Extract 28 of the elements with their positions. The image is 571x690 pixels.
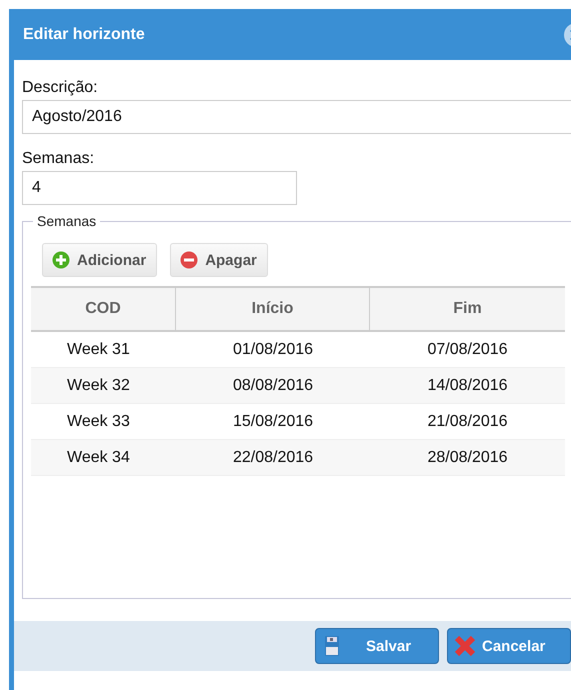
cancel-button[interactable]: Cancelar: [447, 628, 571, 664]
input-field[interactable]: Agosto/2016: [22, 100, 571, 134]
cross-icon: [454, 635, 476, 657]
table-cell-text: Week 31: [66, 340, 131, 360]
plus-icon: [52, 251, 70, 269]
column-header[interactable]: Fim: [370, 288, 565, 330]
table-cell-text: 08/08/2016: [232, 376, 314, 396]
column-header[interactable]: Início: [176, 288, 370, 330]
group-legend: Semanas: [33, 213, 100, 229]
table-cell-text: 22/08/2016: [232, 448, 314, 468]
table-cell-text: 14/08/2016: [426, 376, 509, 396]
table-cell-text: 15/08/2016: [232, 412, 314, 432]
field-label: Semanas:: [22, 149, 96, 169]
column-header[interactable]: COD: [31, 288, 176, 330]
add-button[interactable]: Adicionar: [42, 243, 158, 277]
table-cell-text: 21/08/2016: [426, 412, 509, 432]
table-cell-text: Week 32: [66, 376, 131, 396]
table-cell-text: 01/08/2016: [232, 340, 314, 360]
save-button[interactable]: Salvar: [315, 628, 439, 664]
table-cell-text: Week 34: [66, 448, 131, 468]
delete-button[interactable]: Apagar: [170, 243, 268, 277]
field-label: Descrição:: [22, 78, 99, 98]
table-cell-text: Week 33: [66, 412, 131, 432]
dialog-title: Editar horizonte: [23, 26, 145, 44]
table-cell-text: 07/08/2016: [426, 340, 509, 360]
input-field[interactable]: 4: [22, 171, 297, 205]
minus-icon: [180, 251, 198, 269]
table-cell-text: 28/08/2016: [426, 448, 509, 468]
